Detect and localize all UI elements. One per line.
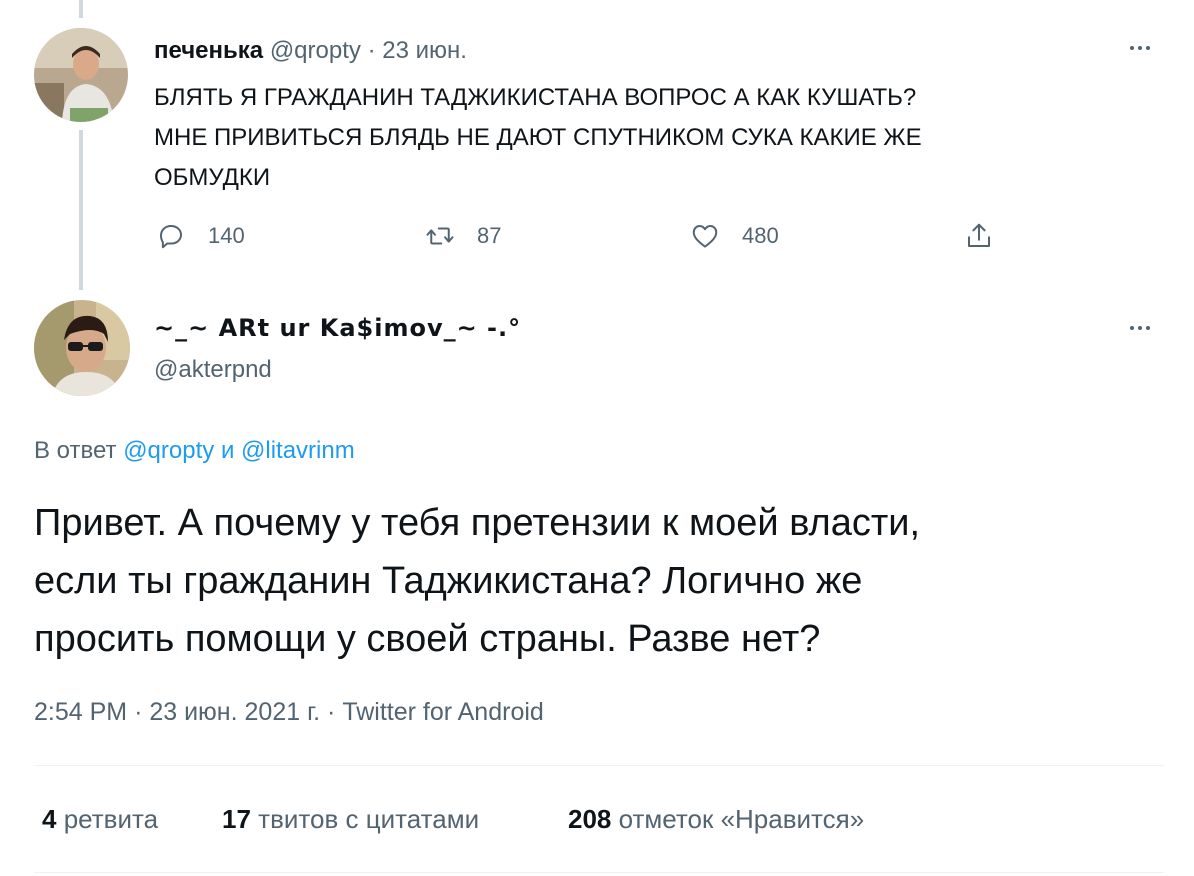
reply-mention-litavrinm[interactable]: @litavrinm [241, 437, 355, 464]
reply-icon [160, 225, 182, 249]
main-tweet-text-line2: если ты гражданин Таджикистана? Логично … [34, 560, 863, 602]
thread-line-top [79, 0, 83, 18]
avatar-akterpnd-image [34, 300, 130, 396]
reply-button[interactable]: 140 [156, 221, 245, 251]
reply-count: 140 [208, 223, 245, 248]
first-tweet-separator: · [367, 37, 376, 64]
reply-conjunction: и [220, 437, 235, 464]
first-tweet-display-name[interactable]: печенька [154, 37, 263, 64]
first-tweet-more-icon[interactable] [1130, 38, 1150, 58]
main-tweet-display-name[interactable]: ~_~ ARt ur Ka$imov_~ -.° [154, 314, 521, 342]
first-tweet-text-line2: МНЕ ПРИВИТЬСЯ БЛЯДЬ НЕ ДАЮТ СПУТНИКОМ СУ… [154, 124, 922, 151]
like-count: 480 [742, 223, 779, 248]
reply-prefix: В ответ [34, 437, 117, 464]
main-tweet-text: Привет. А почему у тебя претензии к моей… [34, 494, 920, 668]
stat-retweets[interactable]: 4 ретвита [42, 804, 158, 835]
meta-dot-1: · [134, 698, 143, 726]
main-tweet-text-line1: Привет. А почему у тебя претензии к моей… [34, 502, 921, 544]
main-tweet-more-icon[interactable] [1130, 318, 1150, 338]
share-icon [968, 223, 990, 247]
meta-dot-2: · [327, 698, 336, 726]
stat-quotes-label: твитов с цитатами [258, 804, 480, 834]
retweet-count: 87 [477, 223, 502, 248]
main-tweet-text-line3: просить помощи у своей страны. Разве нет… [34, 618, 821, 660]
retweet-button[interactable]: 87 [425, 221, 501, 251]
stat-quotes[interactable]: 17 твитов с цитатами [222, 804, 479, 835]
stats-divider-top [34, 765, 1164, 766]
first-tweet-header: печенька @qropty · 23 июн. [154, 37, 467, 65]
first-tweet-text-line3: ОБМУДКИ [154, 164, 271, 191]
avatar-pechenka-image [34, 28, 128, 122]
stat-likes[interactable]: 208 отметок «Нравится» [568, 804, 864, 835]
reply-context: В ответ @qropty и @litavrinm [34, 437, 355, 465]
main-tweet-time[interactable]: 2:54 PM [34, 698, 127, 726]
main-tweet-meta: 2:54 PM · 23 июн. 2021 г. · Twitter for … [34, 698, 544, 727]
share-button[interactable] [964, 221, 994, 251]
stat-retweets-count: 4 [42, 804, 57, 834]
like-icon [692, 225, 718, 248]
reply-mention-qropty[interactable]: @qropty [123, 437, 214, 464]
main-tweet-date[interactable]: 23 июн. 2021 г. [149, 698, 320, 726]
first-tweet-text-line1: БЛЯТЬ Я ГРАЖДАНИН ТАДЖИКИСТАНА ВОПРОС А … [154, 84, 917, 111]
first-tweet-text: БЛЯТЬ Я ГРАЖДАНИН ТАДЖИКИСТАНА ВОПРОС А … [154, 78, 922, 198]
stats-divider-bottom [34, 872, 1164, 873]
stat-retweets-label: ретвита [63, 804, 159, 834]
stat-likes-count: 208 [568, 804, 612, 834]
avatar-pechenka[interactable] [34, 28, 128, 122]
thread-line-connector [79, 130, 83, 290]
retweet-icon [426, 227, 454, 245]
main-tweet-source[interactable]: Twitter for Android [342, 698, 543, 726]
stat-likes-label: отметок «Нравится» [618, 804, 865, 834]
first-tweet-date[interactable]: 23 июн. [382, 37, 467, 64]
avatar-akterpnd[interactable] [34, 300, 130, 396]
main-tweet-handle[interactable]: @akterpnd [154, 356, 272, 384]
stat-quotes-count: 17 [222, 804, 251, 834]
like-button[interactable]: 480 [690, 221, 779, 251]
first-tweet-handle[interactable]: @qropty [270, 37, 361, 64]
